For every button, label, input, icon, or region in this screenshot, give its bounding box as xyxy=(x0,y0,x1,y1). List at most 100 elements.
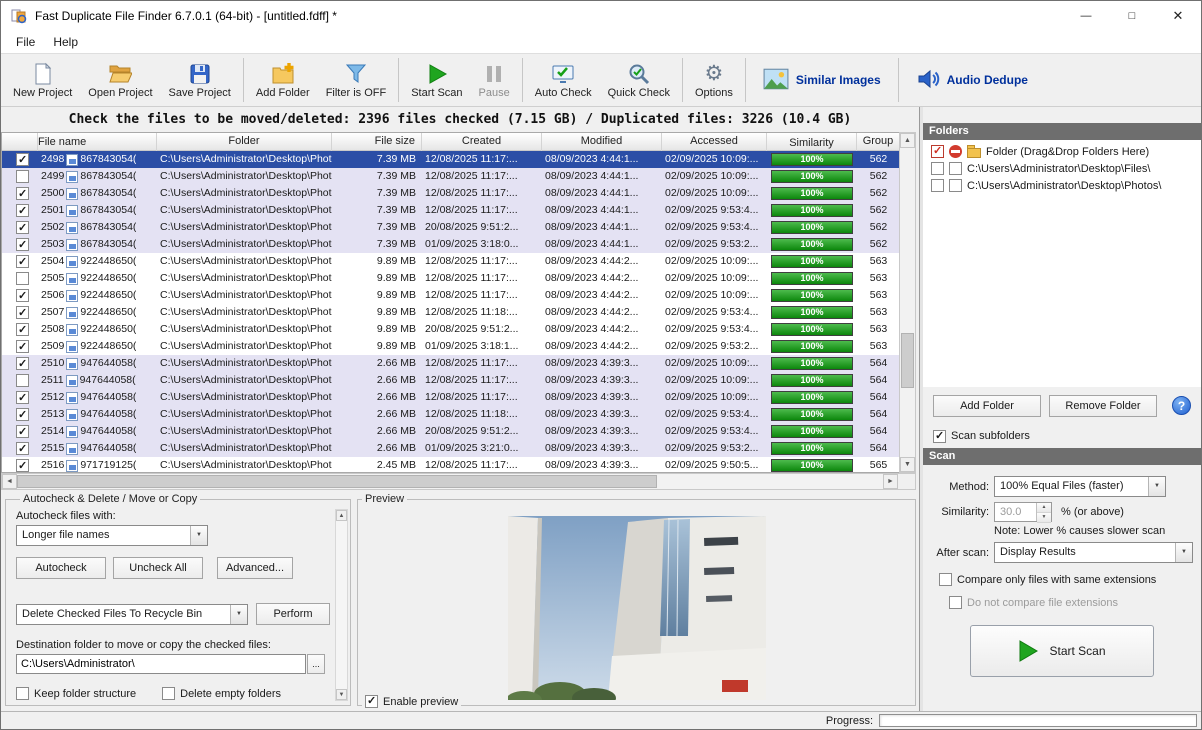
spin-down-icon[interactable]: ▼ xyxy=(1037,513,1051,523)
scroll-down-icon[interactable]: ▼ xyxy=(336,689,347,700)
destination-input[interactable] xyxy=(16,654,306,674)
auto-check-button[interactable]: Auto Check xyxy=(527,55,600,105)
autocheck-button[interactable]: Autocheck xyxy=(16,557,106,579)
table-row[interactable]: 2513 947644058( C:\Users\Administrator\D… xyxy=(2,406,899,423)
row-checkbox[interactable] xyxy=(16,204,29,217)
delete-empty-folders-checkbox[interactable] xyxy=(162,687,175,700)
spin-up-icon[interactable]: ▲ xyxy=(1037,503,1051,513)
table-row[interactable]: 2512 947644058( C:\Users\Administrator\D… xyxy=(2,389,899,406)
table-row[interactable]: 2509 922448650( C:\Users\Administrator\D… xyxy=(2,338,899,355)
quick-check-button[interactable]: Quick Check xyxy=(600,55,678,105)
autocheck-criteria-select[interactable]: Longer file names ▼ xyxy=(16,525,208,546)
include-all-checkbox[interactable] xyxy=(931,145,944,158)
table-row[interactable]: 2499 867843054( C:\Users\Administrator\D… xyxy=(2,168,899,185)
similar-images-button[interactable]: Similar Images xyxy=(750,68,894,93)
folder-include-checkbox[interactable] xyxy=(931,179,944,192)
menu-item[interactable]: Help xyxy=(44,35,87,49)
table-row[interactable]: 2503 867843054( C:\Users\Administrator\D… xyxy=(2,236,899,253)
table-row[interactable]: 2502 867843054( C:\Users\Administrator\D… xyxy=(2,219,899,236)
scroll-left-icon[interactable]: ◄ xyxy=(2,474,17,489)
row-checkbox[interactable] xyxy=(16,340,29,353)
folder-list-item[interactable]: C:\Users\Administrator\Desktop\Files\ xyxy=(923,160,1201,177)
compare-extensions-checkbox[interactable] xyxy=(939,573,952,586)
table-row[interactable]: 2498 867843054( C:\Users\Administrator\D… xyxy=(2,151,899,168)
table-row[interactable]: 2515 947644058( C:\Users\Administrator\D… xyxy=(2,440,899,457)
row-checkbox[interactable] xyxy=(16,408,29,421)
menu-item[interactable]: File xyxy=(7,35,44,49)
start-scan-button[interactable]: Start Scan xyxy=(970,625,1154,677)
col-group[interactable]: Group xyxy=(857,133,899,151)
enable-preview-option[interactable]: Enable preview xyxy=(362,695,461,708)
folder-include-checkbox[interactable] xyxy=(931,162,944,175)
row-checkbox[interactable] xyxy=(16,221,29,234)
vertical-scrollbar[interactable]: ▲ ▼ xyxy=(899,132,916,473)
table-row[interactable]: 2504 922448650( C:\Users\Administrator\D… xyxy=(2,253,899,270)
col-accessed[interactable]: Accessed xyxy=(662,133,767,151)
table-row[interactable]: 2507 922448650( C:\Users\Administrator\D… xyxy=(2,304,899,321)
horizontal-scrollbar[interactable]: ◄ ► xyxy=(1,473,916,490)
col-similarity[interactable]: Similarity xyxy=(767,133,857,151)
hscroll-thumb[interactable] xyxy=(17,475,657,488)
after-scan-select[interactable]: Display Results ▼ xyxy=(994,542,1193,563)
row-checkbox[interactable] xyxy=(16,255,29,268)
col-created[interactable]: Created xyxy=(422,133,542,151)
table-row[interactable]: 2516 971719125( C:\Users\Administrator\D… xyxy=(2,457,899,472)
col-folder[interactable]: Folder xyxy=(157,133,332,151)
row-checkbox[interactable] xyxy=(16,272,29,285)
start-scan-button-toolbar[interactable]: Start Scan xyxy=(403,55,470,105)
col-file-name[interactable]: File name xyxy=(38,133,157,151)
help-button[interactable]: ? xyxy=(1172,396,1191,415)
row-checkbox[interactable] xyxy=(16,459,29,472)
minimize-button[interactable]: — xyxy=(1063,1,1109,31)
maximize-button[interactable]: □ xyxy=(1109,1,1155,31)
options-button[interactable]: ⚙ Options xyxy=(687,55,741,105)
add-folder-button[interactable]: Add Folder xyxy=(933,395,1041,417)
add-folder-button-toolbar[interactable]: Add Folder xyxy=(248,55,318,105)
scan-method-select[interactable]: 100% Equal Files (faster) ▼ xyxy=(994,476,1166,497)
row-checkbox[interactable] xyxy=(16,425,29,438)
hscroll-track[interactable] xyxy=(17,474,883,489)
uncheck-all-button[interactable]: Uncheck All xyxy=(113,557,203,579)
no-compare-extensions-checkbox[interactable] xyxy=(949,596,962,609)
enable-preview-checkbox[interactable] xyxy=(365,695,378,708)
scroll-up-icon[interactable]: ▲ xyxy=(336,510,347,521)
folder-list-item[interactable]: C:\Users\Administrator\Desktop\Photos\ xyxy=(923,177,1201,194)
save-project-button[interactable]: Save Project xyxy=(161,55,239,105)
table-row[interactable]: 2511 947644058( C:\Users\Administrator\D… xyxy=(2,372,899,389)
col-file-size[interactable]: File size xyxy=(332,133,422,151)
row-checkbox[interactable] xyxy=(16,187,29,200)
keep-folder-structure-checkbox[interactable] xyxy=(16,687,29,700)
row-checkbox[interactable] xyxy=(16,442,29,455)
row-checkbox[interactable] xyxy=(16,170,29,183)
table-row[interactable]: 2500 867843054( C:\Users\Administrator\D… xyxy=(2,185,899,202)
row-checkbox[interactable] xyxy=(16,306,29,319)
row-checkbox[interactable] xyxy=(16,374,29,387)
panel-scrollbar[interactable]: ▲ ▼ xyxy=(335,509,348,701)
table-row[interactable]: 2508 922448650( C:\Users\Administrator\D… xyxy=(2,321,899,338)
remove-folder-button[interactable]: Remove Folder xyxy=(1049,395,1157,417)
scroll-right-icon[interactable]: ► xyxy=(883,474,898,489)
filter-button[interactable]: Filter is OFF xyxy=(318,55,395,105)
scan-subfolders-option[interactable]: Scan subfolders xyxy=(923,424,1201,448)
col-checkbox[interactable] xyxy=(2,133,38,151)
vscroll-track[interactable] xyxy=(900,148,915,457)
table-row[interactable]: 2501 867843054( C:\Users\Administrator\D… xyxy=(2,202,899,219)
table-row[interactable]: 2505 922448650( C:\Users\Administrator\D… xyxy=(2,270,899,287)
folder-exclude-checkbox[interactable] xyxy=(949,162,962,175)
folder-exclude-checkbox[interactable] xyxy=(949,179,962,192)
keep-folder-structure-option[interactable]: Keep folder structure xyxy=(16,687,136,700)
vscroll-thumb[interactable] xyxy=(901,333,914,388)
browse-button[interactable]: ... xyxy=(307,654,325,674)
compare-extensions-option[interactable]: Compare only files with same extensions xyxy=(939,573,1201,586)
table-row[interactable]: 2510 947644058( C:\Users\Administrator\D… xyxy=(2,355,899,372)
row-checkbox[interactable] xyxy=(16,289,29,302)
audio-dedupe-button[interactable]: Audio Dedupe xyxy=(903,67,1041,94)
delete-empty-folders-option[interactable]: Delete empty folders xyxy=(162,687,281,700)
table-row[interactable]: 2514 947644058( C:\Users\Administrator\D… xyxy=(2,423,899,440)
scroll-down-icon[interactable]: ▼ xyxy=(900,457,915,472)
new-project-button[interactable]: New Project xyxy=(5,55,80,105)
scroll-up-icon[interactable]: ▲ xyxy=(900,133,915,148)
table-row[interactable]: 2506 922448650( C:\Users\Administrator\D… xyxy=(2,287,899,304)
scan-subfolders-checkbox[interactable] xyxy=(933,430,946,443)
checked-files-action-select[interactable]: Delete Checked Files To Recycle Bin ▼ xyxy=(16,604,248,625)
